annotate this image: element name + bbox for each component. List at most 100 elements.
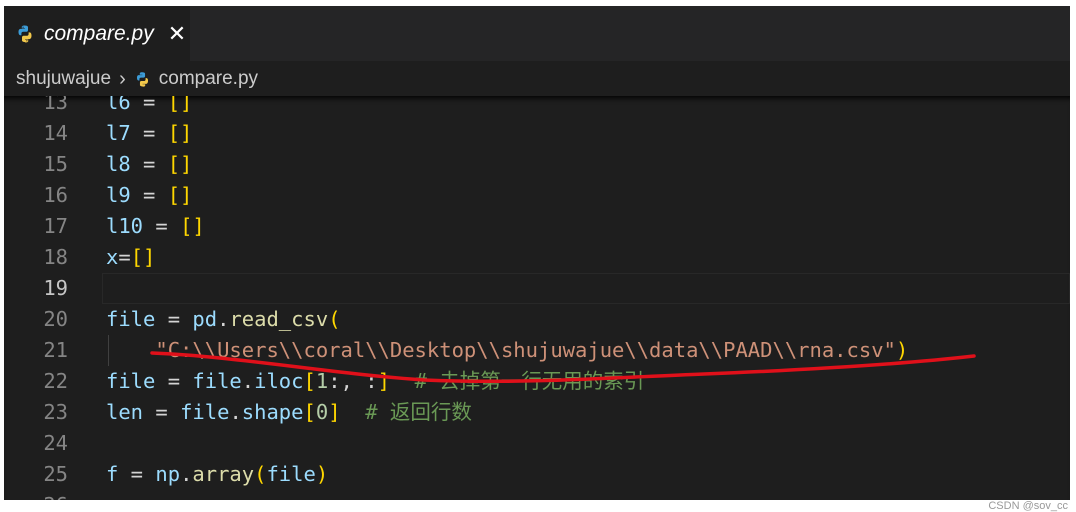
code-line[interactable]: 22 file = file.iloc[1:, :] # 去掉第一行无用的索引 [4, 366, 1070, 397]
code-text: l9 = [] [106, 180, 192, 211]
line-number: 18 [43, 245, 68, 269]
code-token: = [118, 245, 131, 269]
code-token: [] [167, 121, 193, 145]
tab-compare-py[interactable]: compare.py ✕ [4, 6, 190, 61]
line-number: 13 [43, 96, 68, 114]
code-token: . [241, 369, 255, 393]
line-number: 20 [43, 307, 68, 331]
code-token: . [217, 307, 230, 331]
code-line[interactable]: 18 x=[] [4, 242, 1070, 273]
code-line[interactable]: 16 l9 = [] [4, 180, 1070, 211]
code-token: file [266, 462, 316, 486]
breadcrumb: shujuwajue › compare.py [4, 62, 1070, 96]
code-token: ( [254, 462, 267, 486]
code-line[interactable]: 13 l6 = [] [4, 96, 1070, 118]
python-icon [136, 71, 148, 87]
code-token: x [106, 245, 119, 269]
code-token: = [130, 152, 168, 176]
code-token: = [155, 307, 193, 331]
close-icon[interactable]: ✕ [168, 22, 186, 45]
tab-filename: compare.py [44, 21, 154, 45]
code-text: l6 = [] [106, 96, 192, 118]
line-number: 19 [43, 276, 68, 300]
code-token: 0 [315, 400, 329, 424]
code-token: [] [180, 214, 205, 238]
line-number: 23 [43, 400, 68, 424]
code-token: = [130, 96, 168, 114]
line-number: 25 [43, 462, 68, 486]
code-token: ) [315, 462, 329, 486]
breadcrumb-folder[interactable]: shujuwajue [16, 68, 111, 90]
code-text: file = pd.read_csv( [106, 304, 341, 335]
code-text: l10 = [] [106, 211, 205, 242]
line-number: 26 [24, 490, 68, 500]
watermark: CSDN @sov_cc [988, 500, 1068, 512]
code-token: np [155, 462, 181, 486]
code-token: . [229, 400, 242, 424]
code-token: pd [192, 307, 218, 331]
code-token: l9 [106, 183, 131, 207]
code-token: iloc [254, 369, 304, 393]
code-token: file [106, 369, 156, 393]
code-token: array [192, 462, 255, 486]
code-token: file [106, 307, 156, 331]
code-line[interactable]: 15 l8 = [] [4, 149, 1070, 180]
line-number: 14 [43, 121, 68, 145]
code-text: x=[] [106, 242, 155, 273]
code-token: f [106, 462, 119, 486]
tab-bar: compare.py ✕ [4, 6, 1070, 61]
code-token: # 返回行数 [365, 400, 472, 424]
line-number: 16 [43, 183, 68, 207]
code-token: 1 [315, 369, 329, 393]
code-line[interactable]: 25 f = np.array(file) [4, 459, 1070, 490]
python-icon [18, 25, 32, 42]
current-line-highlight [102, 273, 1070, 304]
code-line[interactable]: 23 len = file.shape[0] # 返回行数 [4, 397, 1070, 428]
code-line[interactable]: 19 [4, 273, 1070, 304]
code-token: # 去掉第一行无用的索引 [414, 369, 645, 393]
code-line[interactable]: 20 file = pd.read_csv( [4, 304, 1070, 335]
line-number: 21 [43, 338, 68, 362]
code-token: file [180, 400, 230, 424]
code-editor: compare.py ✕ shujuwajue › compare.py 13 l… [4, 6, 1070, 500]
line-number: 17 [43, 214, 68, 238]
code-token: l6 [106, 96, 131, 114]
code-area[interactable]: 13 l6 = [] 14 l7 = [] 15 l8 = [] 16 l9 = [] 17 l1… [4, 96, 1070, 500]
code-token: ( [328, 307, 341, 331]
code-token: [ [303, 400, 316, 424]
code-text: len = file.shape[0] # 返回行数 [106, 397, 472, 428]
code-text: "C:\\Users\\coral\\Desktop\\shujuwajue\\… [106, 335, 908, 366]
line-number: 15 [43, 152, 68, 176]
chevron-right-icon: › [119, 67, 126, 90]
code-token: = [130, 183, 168, 207]
code-token: l10 [106, 214, 144, 238]
code-line[interactable]: 26 [4, 490, 1070, 500]
code-token: read_csv [229, 307, 329, 331]
code-token: = [143, 214, 181, 238]
line-number: 24 [43, 431, 68, 455]
code-line[interactable]: 14 l7 = [] [4, 118, 1070, 149]
breadcrumb-file[interactable]: compare.py [159, 68, 258, 90]
code-token: :, : [328, 369, 378, 393]
code-token: . [180, 462, 193, 486]
code-token: shape [241, 400, 304, 424]
code-token: = [130, 121, 168, 145]
code-token: = [118, 462, 156, 486]
code-token: file [192, 369, 242, 393]
code-token: [ [303, 369, 316, 393]
code-line[interactable]: 24 [4, 428, 1070, 459]
code-token: = [155, 369, 193, 393]
code-line[interactable]: 17 l10 = [] [4, 211, 1070, 242]
code-token: ] [377, 369, 390, 393]
code-text: l7 = [] [106, 118, 192, 149]
code-token: [] [130, 245, 156, 269]
code-token: "C:\\Users\\coral\\Desktop\\shujuwajue\\… [155, 338, 896, 362]
code-text: f = np.array(file) [106, 459, 328, 490]
code-token: l8 [106, 152, 131, 176]
code-token: = [143, 400, 181, 424]
code-line[interactable]: 21 "C:\\Users\\coral\\Desktop\\shujuwaju… [4, 335, 1070, 366]
code-token: [] [167, 96, 193, 114]
